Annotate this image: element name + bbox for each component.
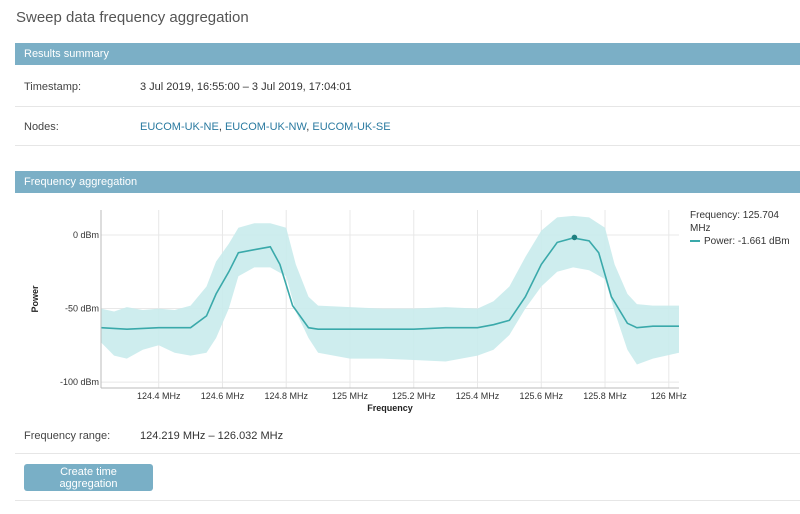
timestamp-label: Timestamp: xyxy=(24,81,82,93)
node-link-eucom-uk-ne[interactable]: EUCOM-UK-NE xyxy=(140,121,219,133)
x-tick-label: 124.6 MHz xyxy=(201,391,245,401)
x-tick-label: 125.2 MHz xyxy=(392,391,436,401)
power-range-band xyxy=(101,215,679,365)
y-tick-label: -50 dBm xyxy=(65,304,99,314)
x-tick-label: 126 MHz xyxy=(651,391,688,401)
row-divider xyxy=(15,453,800,454)
x-tick-label: 124.4 MHz xyxy=(137,391,181,401)
y-axis-label: Power xyxy=(30,285,40,313)
highlight-point xyxy=(571,234,578,241)
x-tick-label: 125.8 MHz xyxy=(583,391,627,401)
x-tick-label: 124.8 MHz xyxy=(264,391,308,401)
y-tick-label: -100 dBm xyxy=(60,377,99,387)
y-tick-label: 0 dBm xyxy=(73,230,99,240)
frequency-range-label: Frequency range: xyxy=(24,430,111,442)
results-summary-header: Results summary xyxy=(15,43,800,65)
row-divider xyxy=(15,145,800,146)
chart-svg: 124.4 MHz 124.6 MHz 124.8 MHz 125 MHz 125.2 … xyxy=(30,210,688,413)
frequency-aggregation-header: Frequency aggregation xyxy=(15,171,800,193)
create-time-aggregation-button[interactable]: Create time aggregation xyxy=(24,464,153,491)
nodes-list: EUCOM-UK-NE, EUCOM-UK-NW, EUCOM-UK-SE xyxy=(140,121,391,133)
node-link-eucom-uk-nw[interactable]: EUCOM-UK-NW xyxy=(225,121,306,133)
x-tick-label: 125.6 MHz xyxy=(520,391,564,401)
page-title: Sweep data frequency aggregation xyxy=(16,9,249,26)
nodes-label: Nodes: xyxy=(24,121,59,133)
frequency-chart[interactable]: 124.4 MHz 124.6 MHz 124.8 MHz 125 MHz 125.2 … xyxy=(15,195,800,420)
tooltip-power-row: Power: -1.661 dBm xyxy=(690,235,800,248)
timestamp-value: 3 Jul 2019, 16:55:00 – 3 Jul 2019, 17:04… xyxy=(140,81,352,93)
x-tick-label: 125 MHz xyxy=(332,391,369,401)
chart-tooltip: Frequency: 125.704 MHz Power: -1.661 dBm xyxy=(690,209,800,248)
node-link-eucom-uk-se[interactable]: EUCOM-UK-SE xyxy=(312,121,390,133)
x-axis-label: Frequency xyxy=(367,403,413,413)
legend-line-icon xyxy=(690,240,700,243)
tooltip-frequency: Frequency: 125.704 MHz xyxy=(690,210,779,234)
tooltip-power: Power: -1.661 dBm xyxy=(704,236,790,247)
row-divider xyxy=(15,500,800,501)
x-tick-label: 125.4 MHz xyxy=(456,391,500,401)
frequency-range-value: 124.219 MHz – 126.032 MHz xyxy=(140,430,284,442)
row-divider xyxy=(15,106,800,107)
